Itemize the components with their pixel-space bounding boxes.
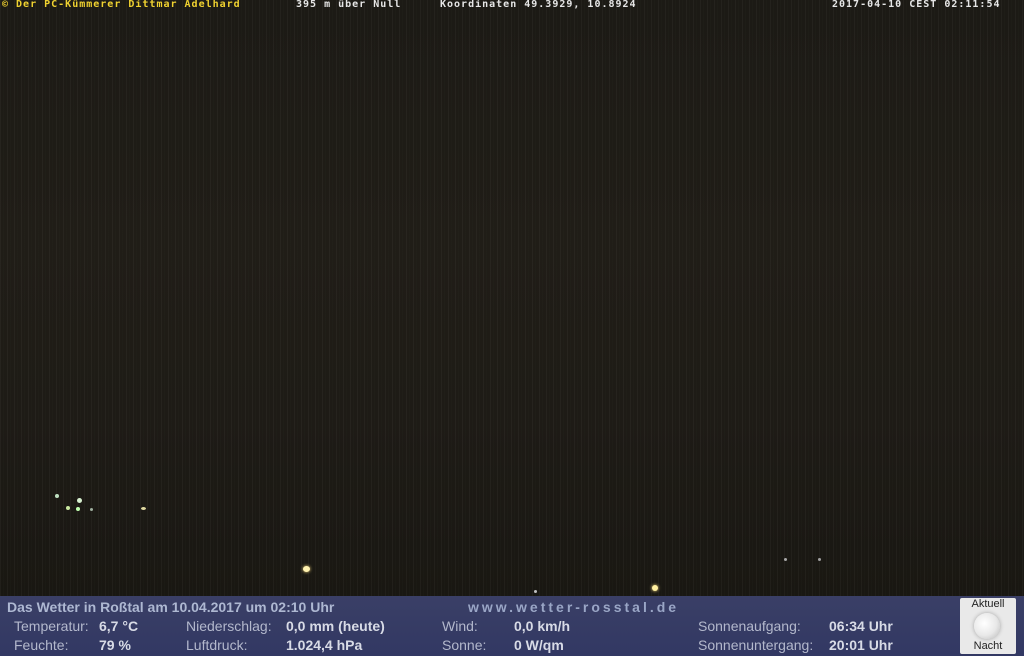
timestamp-caption: 2017-04-10 CEST 02:11:54 (832, 0, 1001, 10)
sunset-label: Sonnenuntergang: (698, 637, 814, 653)
precip-label: Niederschlag: (186, 618, 272, 634)
pressure-value: 1.024,4 hPa (286, 637, 363, 653)
moon-phase-box: Aktuell Nacht (960, 598, 1016, 654)
sunrise-label: Sonnenaufgang: (698, 618, 801, 634)
precip-value: 0,0 mm (heute) (286, 618, 385, 634)
altitude-caption: 395 m über Null (296, 0, 402, 10)
distant-light (76, 507, 80, 511)
distant-light (77, 498, 82, 503)
moon-top-label: Aktuell (971, 598, 1005, 610)
site-url: www.wetter-rosstal.de (468, 599, 680, 615)
sunrise-value: 06:34 Uhr (829, 618, 893, 634)
distant-light (818, 558, 821, 561)
distant-light (55, 494, 59, 498)
coordinates-caption: Koordinaten 49.3929, 10.8924 (440, 0, 637, 10)
sun-value: 0 W/qm (514, 637, 564, 653)
distant-light (141, 507, 146, 510)
distant-light (652, 585, 658, 591)
moon-bottom-label: Nacht (973, 640, 1003, 652)
copyright-caption: © Der PC-Kümmerer Dittmar Adelhard (2, 0, 241, 10)
wind-label: Wind: (442, 618, 478, 634)
sun-label: Sonne: (442, 637, 487, 653)
distant-light (303, 566, 310, 572)
weather-headline: Das Wetter in Roßtal am 10.04.2017 um 02… (7, 599, 335, 615)
distant-light (90, 508, 93, 511)
wind-value: 0,0 km/h (514, 618, 571, 634)
webcam-image (0, 0, 1024, 596)
distant-light (784, 558, 787, 561)
humidity-label: Feuchte: (14, 637, 69, 653)
camera-caption-bar: © Der PC-Kümmerer Dittmar Adelhard 395 m… (0, 0, 1024, 11)
humidity-value: 79 % (99, 637, 131, 653)
sunset-value: 20:01 Uhr (829, 637, 893, 653)
pressure-label: Luftdruck: (186, 637, 248, 653)
moon-icon (974, 613, 1000, 639)
distant-light (534, 590, 537, 593)
temperature-value: 6,7 °C (99, 618, 139, 634)
distant-light (66, 506, 70, 510)
temperature-label: Temperatur: (14, 618, 89, 634)
weather-info-bar: Das Wetter in Roßtal am 10.04.2017 um 02… (0, 596, 1024, 656)
